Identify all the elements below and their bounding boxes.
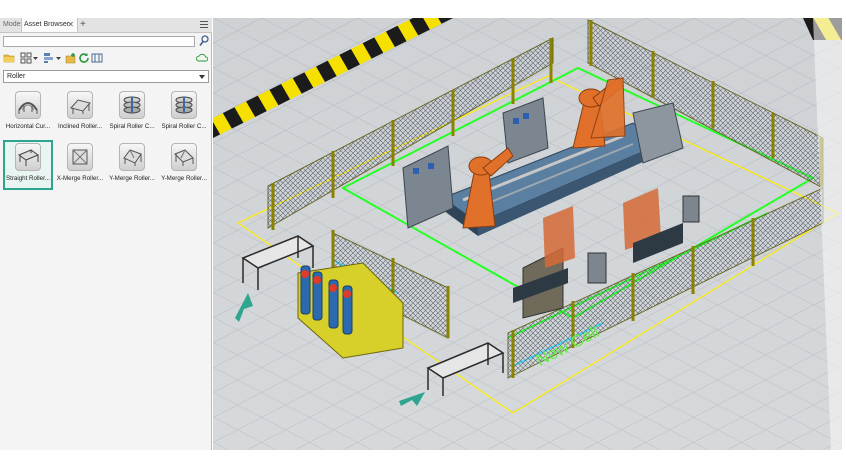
straight-roller-icon	[15, 143, 41, 171]
inclined-roller-icon	[67, 91, 93, 119]
asset-label: Spiral Roller C...	[161, 123, 207, 130]
asset-tile-horizontal-curve-roller[interactable]: Horizontal Cur...	[3, 88, 53, 138]
tab-asset-browser[interactable]: Asset Browser ✕	[21, 18, 78, 32]
asset-tile-y-merge-roller[interactable]: Y-Merge Roller...	[159, 140, 209, 190]
asset-tile-straight-roller[interactable]: Straight Roller...	[3, 140, 53, 190]
search-input[interactable]	[3, 36, 195, 47]
asset-label: Y-Merge Roller...	[161, 175, 207, 182]
asset-tile-inclined-roller[interactable]: Inclined Roller...	[55, 88, 105, 138]
asset-tile-spiral-roller[interactable]: Spiral Roller C...	[159, 88, 209, 138]
asset-toolbar	[3, 52, 211, 66]
category-select-value: Roller	[7, 73, 26, 80]
horizontal-curve-roller-icon	[15, 91, 41, 119]
asset-tile-spiral-roller[interactable]: Spiral Roller C...	[107, 88, 157, 138]
dropdown-icon[interactable]	[32, 52, 40, 64]
tab-model[interactable]: Model	[3, 18, 22, 32]
spiral-roller-icon	[119, 91, 145, 119]
asset-tile-y-merge-roller[interactable]: Y-Merge Roller...	[107, 140, 157, 190]
add-asset-icon[interactable]	[65, 52, 77, 64]
asset-label: X-Merge Roller...	[56, 175, 104, 182]
asset-label: Y-Merge Roller...	[109, 175, 155, 182]
folder-icon[interactable]	[3, 52, 15, 64]
category-select[interactable]: Roller	[3, 70, 209, 83]
asset-browser-panel: Model Asset Browser ✕ + Roller Horizonta…	[0, 18, 212, 450]
y-merge-roller-icon	[171, 143, 197, 171]
3d-viewport[interactable]: New Cell	[213, 18, 842, 450]
grid-view-icon[interactable]	[20, 52, 32, 64]
spiral-roller-icon	[171, 91, 197, 119]
asset-label: Horizontal Cur...	[5, 123, 51, 130]
tab-bar: Model Asset Browser ✕ +	[0, 18, 212, 33]
panel-menu-icon[interactable]	[200, 21, 208, 29]
library-icon[interactable]	[91, 52, 103, 64]
asset-tile-x-merge-roller[interactable]: X-Merge Roller...	[55, 140, 105, 190]
asset-label: Inclined Roller...	[57, 123, 103, 130]
y-merge-roller-icon	[119, 143, 145, 171]
close-tab-icon[interactable]: ✕	[67, 18, 74, 32]
asset-label: Straight Roller...	[5, 175, 51, 182]
add-tab-button[interactable]: +	[80, 18, 86, 31]
factory-layout-scene	[213, 18, 842, 450]
chevron-down-icon	[199, 75, 205, 79]
search-icon[interactable]	[199, 35, 209, 47]
x-merge-roller-icon	[67, 143, 93, 171]
refresh-icon[interactable]	[78, 52, 90, 64]
sort-icon[interactable]	[43, 52, 55, 64]
tab-asset-browser-label: Asset Browser	[24, 21, 70, 28]
asset-label: Spiral Roller C...	[109, 123, 155, 130]
dropdown-icon[interactable]	[55, 52, 63, 64]
cloud-icon[interactable]	[196, 52, 208, 64]
